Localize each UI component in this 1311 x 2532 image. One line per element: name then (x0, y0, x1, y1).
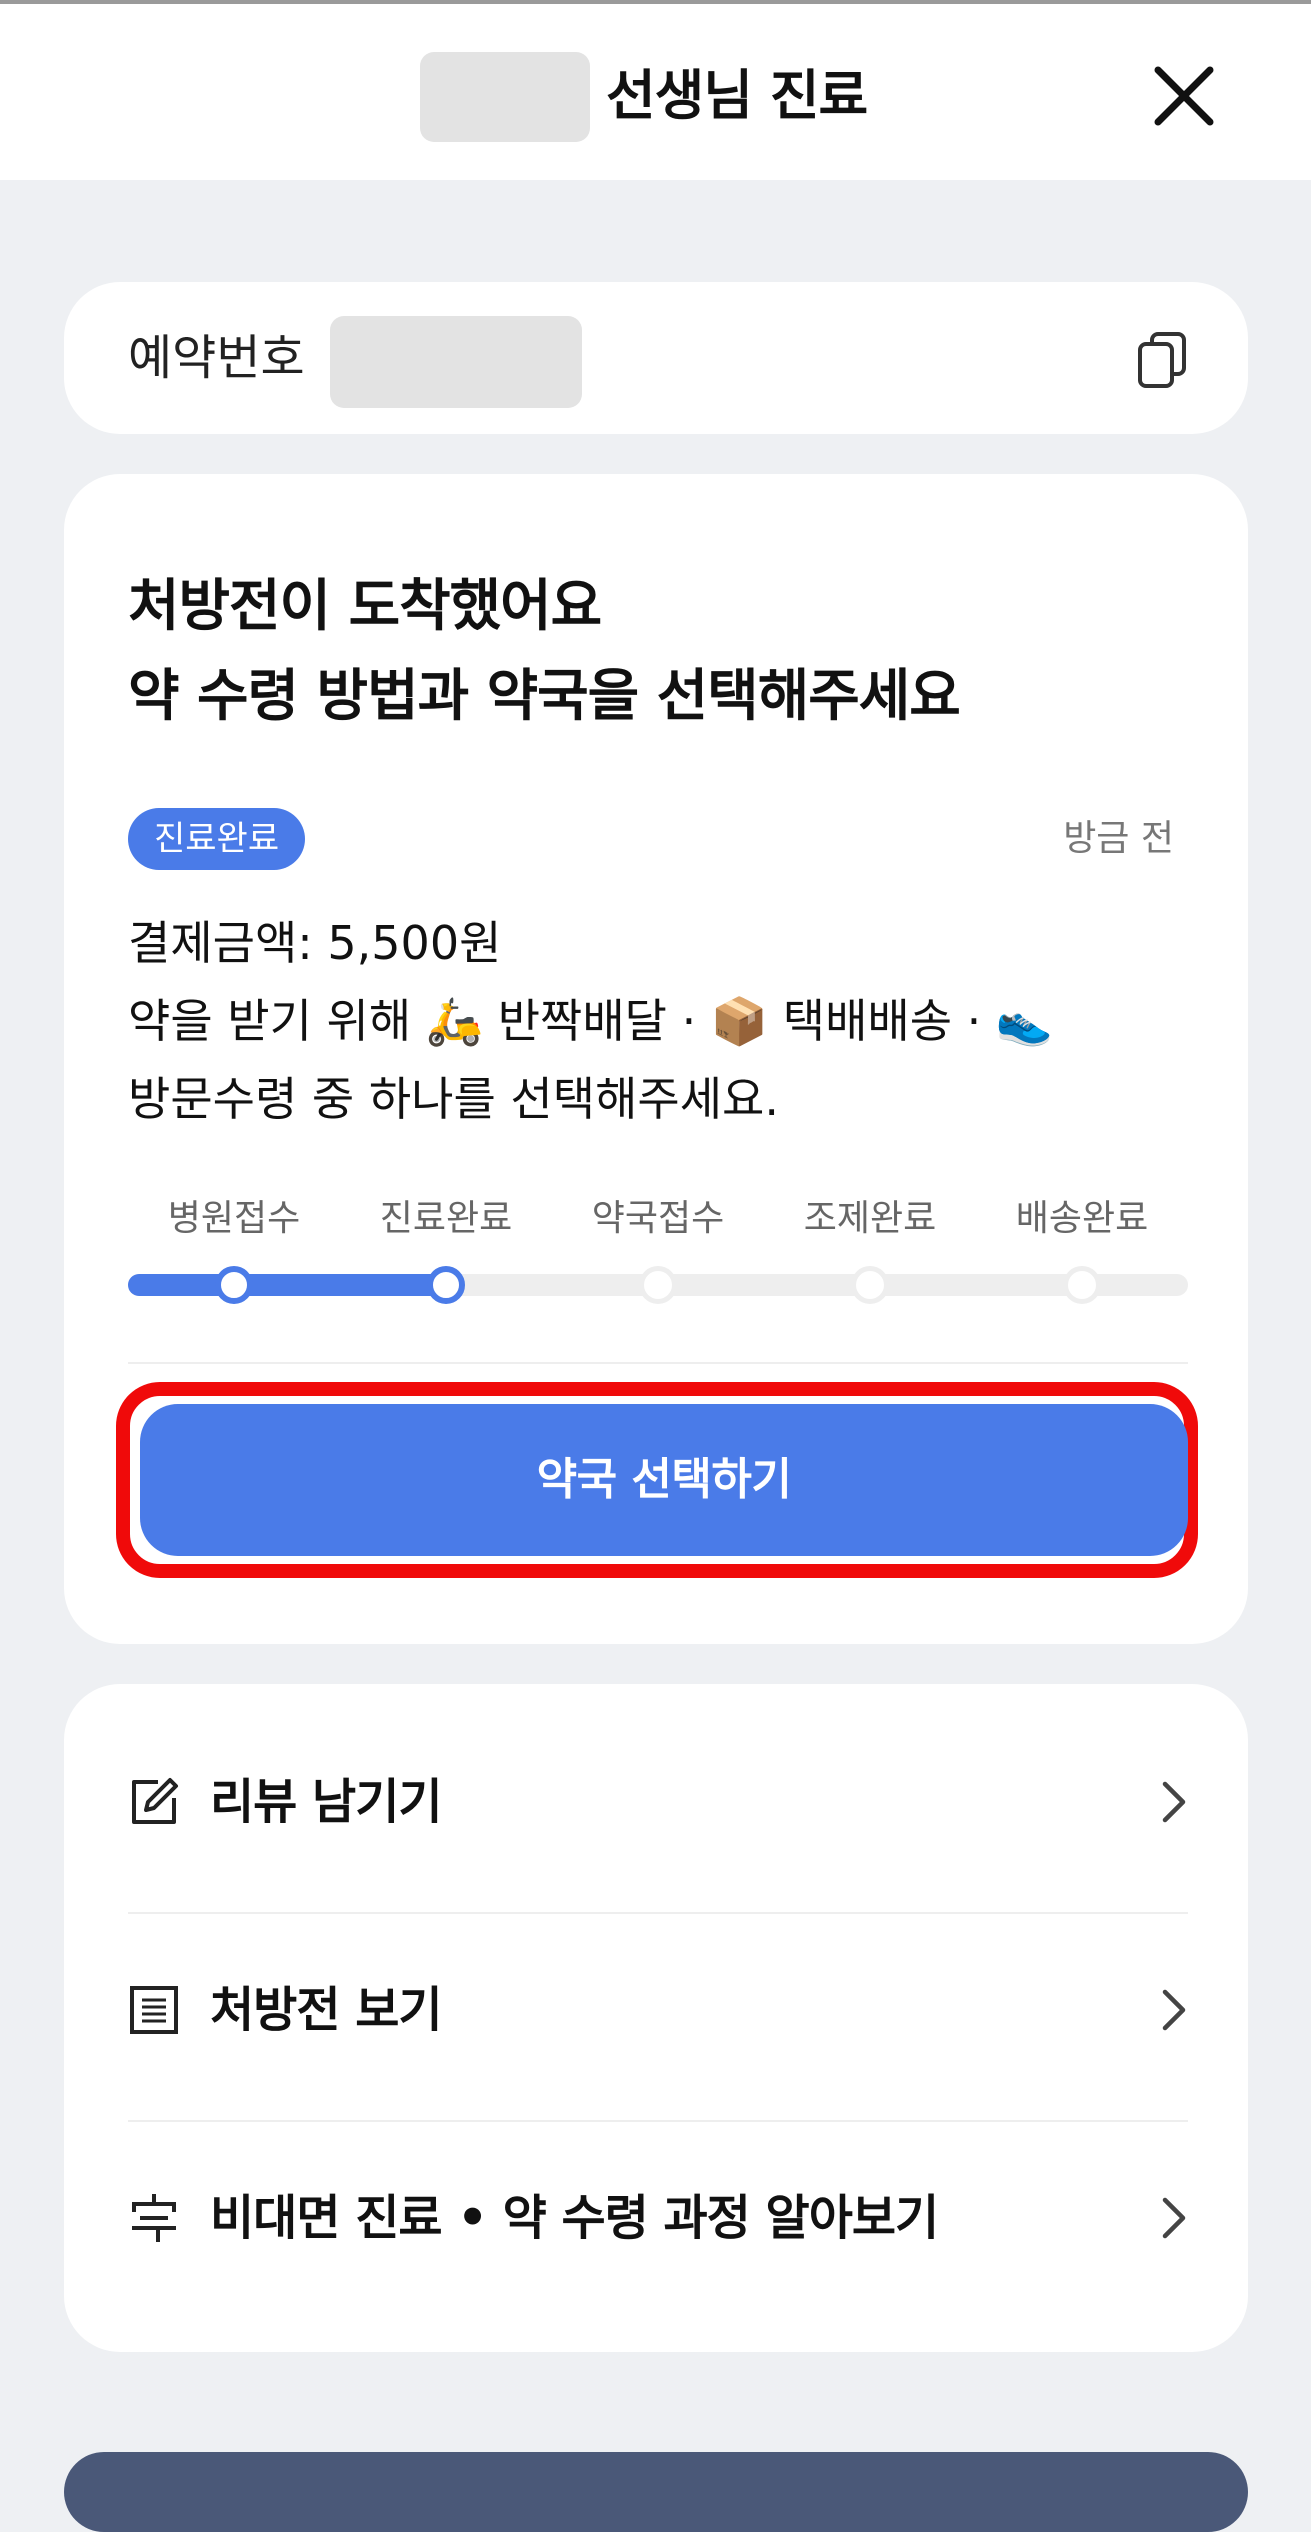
headline-line-2: 약 수령 방법과 약국을 선택해주세요 (128, 664, 961, 729)
quick-delivery-label: 반짝배달 · (483, 994, 711, 1048)
reservation-number-redacted (330, 316, 582, 408)
page-title: 선생님 진료 (606, 64, 868, 127)
chevron-right-icon (1160, 2196, 1188, 2240)
app-header: 선생님 진료 (0, 4, 1311, 180)
prescription-label: 처방전 보기 (210, 1982, 443, 2038)
status-headline: 처방전이 도착했어요 약 수령 방법과 약국을 선택해주세요 (128, 562, 961, 742)
chevron-right-icon (1160, 1780, 1188, 1824)
guide-icon (128, 2192, 180, 2244)
receipt-icon (128, 1984, 180, 2036)
status-description: 결제금액: 5,500원 약을 받기 위해 🛵 반짝배달 · 📦 택배배송 · … (128, 904, 1188, 1138)
scooter-icon: 🛵 (425, 994, 484, 1048)
options-prefix: 약을 받기 위해 (128, 994, 426, 1048)
payment-amount: 결제금액: 5,500원 (128, 916, 502, 970)
reservation-card: 예약번호 (64, 282, 1248, 434)
step-label-delivered: 배송완료 (1015, 1198, 1149, 1239)
divider (128, 1912, 1188, 1914)
actions-card: 리뷰 남기기 처방전 보기 비대면 진료 • 약 수령 과정 알아보기 (64, 1684, 1248, 2352)
edit-icon (128, 1776, 180, 1828)
progress-tracker: 병원접수 진료완료 약국접수 조제완료 배송완료 (128, 1194, 1188, 1314)
step-dot (215, 1266, 253, 1304)
parcel-delivery-label: 택배배송 · (768, 994, 996, 1048)
divider (128, 1362, 1188, 1364)
step-dot (1063, 1266, 1101, 1304)
guide-label: 비대면 진료 • 약 수령 과정 알아보기 (210, 2190, 939, 2246)
status-badge: 진료완료 (128, 808, 306, 870)
step-dot (851, 1266, 889, 1304)
step-label-pharmacy: 약국접수 (591, 1198, 725, 1239)
bottom-banner[interactable] (64, 2452, 1248, 2532)
progress-fill (128, 1274, 446, 1296)
close-icon[interactable] (1148, 60, 1220, 132)
chevron-right-icon (1160, 1988, 1188, 2032)
copy-icon[interactable] (1134, 330, 1190, 390)
step-label-hospital: 병원접수 (167, 1198, 301, 1239)
step-label-dispense: 조제완료 (803, 1198, 937, 1239)
review-label: 리뷰 남기기 (210, 1774, 443, 1830)
timestamp: 방금 전 (1063, 818, 1174, 859)
step-label-consult: 진료완료 (379, 1198, 513, 1239)
prescription-link[interactable]: 처방전 보기 (128, 1948, 1188, 2068)
shoe-icon: 👟 (995, 994, 1054, 1048)
delivery-options-line: 약을 받기 위해 🛵 반짝배달 · 📦 택배배송 · 👟 (128, 982, 1188, 1060)
doctor-name-redacted (420, 52, 590, 142)
package-icon: 📦 (710, 994, 769, 1048)
headline-line-1: 처방전이 도착했어요 (128, 574, 602, 639)
step-dot (639, 1266, 677, 1304)
select-pharmacy-button[interactable]: 약국 선택하기 (140, 1404, 1188, 1556)
step-dot (427, 1266, 465, 1304)
reservation-label: 예약번호 (128, 330, 305, 386)
prescription-status-card: 처방전이 도착했어요 약 수령 방법과 약국을 선택해주세요 진료완료 방금 전… (64, 474, 1248, 1644)
review-link[interactable]: 리뷰 남기기 (128, 1740, 1188, 1860)
guide-link[interactable]: 비대면 진료 • 약 수령 과정 알아보기 (128, 2156, 1188, 2276)
divider (128, 2120, 1188, 2122)
visit-pickup-line: 방문수령 중 하나를 선택해주세요. (128, 1072, 779, 1126)
